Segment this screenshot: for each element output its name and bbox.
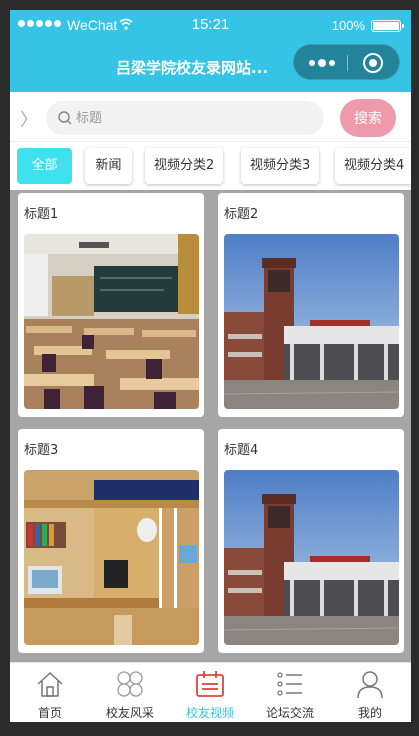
capsule-divider — [347, 55, 348, 71]
tab-mine[interactable]: 我的 — [330, 663, 410, 722]
video-grid: 标题1 标题2 标题3 标题4 — [10, 190, 411, 664]
clover-icon — [117, 671, 143, 697]
phone-screen: WeChat 15:21 100% 吕梁学院校友录网站... 〉 标题 搜索 全… — [10, 10, 411, 722]
tab-label: 论坛交流 — [265, 706, 314, 720]
battery-icon — [371, 20, 404, 32]
building-image — [224, 470, 399, 645]
category-video-2[interactable]: 视频分类2 — [145, 148, 224, 184]
video-icon — [196, 671, 224, 697]
bottom-tab-bar: 首页 校友风采 校友视频 论坛交流 我的 — [10, 662, 411, 722]
video-card[interactable]: 标题3 — [18, 429, 204, 653]
tab-alumni-video[interactable]: 校友视频 — [170, 663, 250, 722]
battery-percent: 100% — [331, 18, 365, 33]
video-title: 标题2 — [224, 207, 259, 222]
search-row: 〉 搜索 — [10, 92, 411, 142]
list-icon — [277, 672, 302, 696]
tab-label: 校友风采 — [105, 706, 154, 720]
video-card[interactable]: 标题2 — [218, 193, 404, 417]
category-video-3[interactable]: 视频分类3 — [241, 148, 320, 184]
video-title: 标题4 — [224, 443, 259, 458]
tab-alumni-style[interactable]: 校友风采 — [90, 663, 170, 722]
classroom-image — [24, 234, 199, 409]
search-button[interactable]: 搜索 — [340, 99, 396, 137]
chevron-right-icon[interactable]: 〉 — [20, 106, 38, 132]
category-news[interactable]: 新闻 — [85, 148, 132, 184]
tab-home[interactable]: 首页 — [10, 663, 90, 722]
miniprogram-capsule — [293, 44, 400, 80]
dorm-image — [24, 470, 199, 645]
category-video-4[interactable]: 视频分类4 — [335, 148, 411, 184]
page-title: 吕梁学院校友录网站... — [116, 59, 269, 77]
tab-forum[interactable]: 论坛交流 — [250, 663, 330, 722]
tab-label: 我的 — [357, 706, 382, 720]
building-image — [224, 234, 399, 409]
close-miniprogram-icon[interactable] — [363, 53, 383, 73]
search-input[interactable] — [76, 106, 306, 130]
search-icon — [58, 111, 72, 125]
category-tabs: 全部 新闻 视频分类2 视频分类3 视频分类4 — [10, 142, 411, 190]
top-bar: WeChat 15:21 100% 吕梁学院校友录网站... — [10, 10, 411, 92]
user-icon — [357, 671, 383, 699]
status-bar: WeChat 15:21 100% — [10, 10, 411, 40]
search-box — [46, 101, 324, 135]
category-all[interactable]: 全部 — [17, 148, 72, 184]
tab-label: 首页 — [37, 706, 62, 720]
home-icon — [37, 671, 63, 697]
video-title: 标题1 — [24, 207, 59, 222]
tab-label: 校友视频 — [185, 706, 234, 720]
video-card[interactable]: 标题1 — [18, 193, 204, 417]
more-menu-icon[interactable] — [309, 59, 335, 67]
video-card[interactable]: 标题4 — [218, 429, 404, 653]
video-title: 标题3 — [24, 443, 59, 458]
